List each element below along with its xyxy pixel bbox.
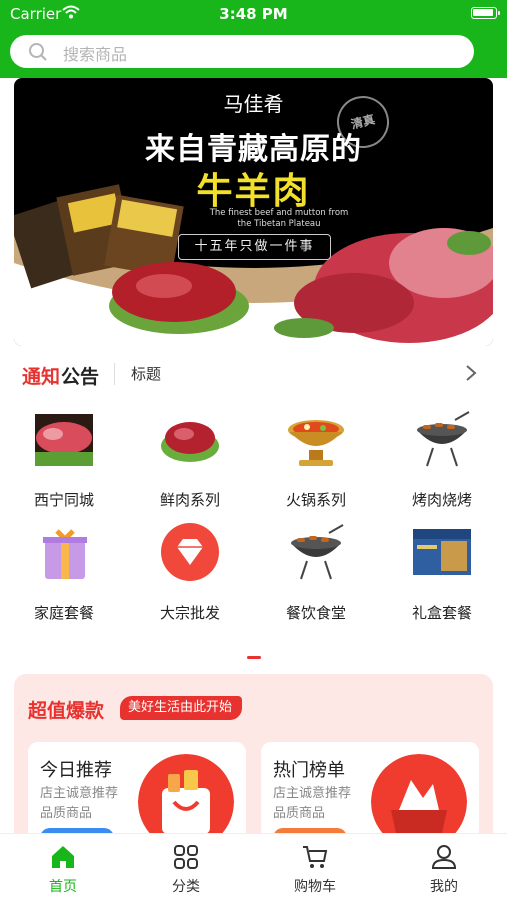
category-label: 大宗批发 — [159, 604, 220, 622]
search-placeholder: 搜索商品 — [63, 45, 128, 64]
deal-card-subtitle: 店主诚意推荐 品质商品 — [273, 784, 373, 824]
category-label: 火锅系列 — [285, 491, 346, 509]
gift-box-image — [43, 529, 87, 579]
notice-divider — [114, 363, 115, 385]
banner-english-line1: The finest beef and mutton from — [209, 208, 349, 218]
deal-card-sub2: 品质商品 — [273, 806, 326, 821]
clock: 3:48 PM — [219, 5, 288, 23]
deal-card-sub1: 店主诚意推荐 — [40, 786, 119, 801]
battery-icon — [471, 7, 500, 19]
bbq-grill-image — [291, 524, 344, 580]
tab-label: 我的 — [430, 879, 458, 895]
status-bar: Carrier 3:48 PM — [0, 0, 507, 28]
promo-banner[interactable]: 马佳肴 清真 来自青藏高原的 牛羊肉 The finest beef and m… — [14, 78, 493, 346]
tab-bar: 首页 分类 购物车 我的 — [0, 833, 507, 900]
page-indicator — [247, 656, 261, 659]
header: Carrier 3:48 PM 搜索商品 — [0, 0, 507, 78]
tab-category[interactable]: 分类 — [123, 834, 249, 900]
deal-card-title: 今日推荐 — [40, 760, 112, 781]
search-icon — [29, 43, 47, 61]
category-label: 礼盒套餐 — [411, 604, 472, 622]
cart-icon — [303, 846, 328, 868]
deals-title: 超值爆款 — [28, 700, 105, 722]
tab-home[interactable]: 首页 — [0, 834, 126, 900]
notice-label-dark: 公告 — [61, 366, 100, 388]
deal-card-subtitle: 店主诚意推荐 品质商品 — [40, 784, 140, 824]
category-label: 餐饮食堂 — [285, 604, 346, 622]
fresh-meat-image — [161, 422, 219, 462]
tab-profile[interactable]: 我的 — [381, 834, 507, 900]
profile-icon — [431, 845, 457, 869]
hotpot-image — [288, 420, 344, 466]
gift-package-image — [413, 529, 471, 575]
deal-card-sub2: 品质商品 — [40, 806, 93, 821]
search-input[interactable]: 搜索商品 — [10, 35, 474, 68]
category-label: 烤肉烧烤 — [411, 491, 472, 509]
category-label: 鲜肉系列 — [159, 491, 220, 509]
deal-card-title: 热门榜单 — [273, 760, 345, 781]
tab-label: 分类 — [172, 879, 200, 895]
banner-product: 牛羊肉 — [196, 171, 311, 212]
notice-label-red: 通知 — [22, 366, 61, 388]
tab-label: 首页 — [49, 879, 77, 895]
bbq-grill-image — [417, 411, 470, 467]
tab-cart[interactable]: 购物车 — [252, 834, 378, 900]
banner-english: The finest beef and mutton from the Tibe… — [189, 208, 369, 230]
raw-beef-image — [33, 408, 95, 470]
notice-title: 标题 — [131, 365, 162, 383]
banner-slogan: 十五年只做一件事 — [178, 234, 331, 260]
category-label: 家庭套餐 — [33, 604, 94, 622]
deal-card-sub1: 店主诚意推荐 — [273, 786, 352, 801]
category-label: 西宁同城 — [33, 491, 94, 509]
home-icon — [52, 846, 74, 868]
tab-label: 购物车 — [294, 879, 336, 895]
chevron-right-icon — [466, 365, 477, 381]
banner-english-line2: the Tibetan Plateau — [237, 219, 321, 229]
diamond-badge-image — [161, 523, 219, 581]
grid-icon — [174, 845, 198, 869]
notice-bar[interactable]: 通知 公告 标题 — [0, 348, 507, 400]
brand-logo: 马佳肴 — [223, 92, 284, 116]
deals-tag: 美好生活由此开始 — [120, 696, 243, 720]
